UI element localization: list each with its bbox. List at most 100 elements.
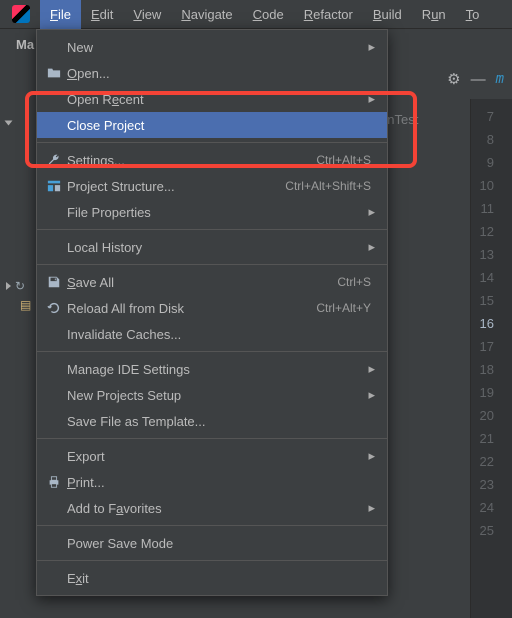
menu-shortcut: Ctrl+Alt+Shift+S: [285, 179, 379, 193]
line-number: 25: [471, 519, 494, 542]
gear-icon[interactable]: ⚙: [447, 70, 460, 88]
wrench-icon: [45, 153, 63, 167]
submenu-arrow-icon: ▸: [368, 39, 379, 55]
ide-logo: [12, 5, 30, 23]
menu-item-settings[interactable]: Settings... Ctrl+Alt+S: [37, 147, 387, 173]
menu-item-local-history[interactable]: Local History ▸: [37, 234, 387, 260]
line-number-current: 16: [471, 312, 494, 335]
menu-item-file-properties[interactable]: File Properties ▸: [37, 199, 387, 225]
menu-item-save-template[interactable]: Save File as Template...: [37, 408, 387, 434]
save-icon: [45, 275, 63, 289]
menu-item-save-all[interactable]: Save All Ctrl+S: [37, 269, 387, 295]
menu-separator: [37, 438, 387, 439]
folder-open-icon: [45, 66, 63, 80]
menu-item-label: Reload All from Disk: [67, 301, 184, 316]
menu-separator: [37, 264, 387, 265]
menu-tools[interactable]: To: [456, 0, 490, 29]
line-number: 11: [471, 197, 494, 220]
line-number: 8: [471, 128, 494, 151]
submenu-arrow-icon: ▸: [368, 387, 379, 403]
line-number: 10: [471, 174, 494, 197]
menu-item-label: Project Structure...: [67, 179, 175, 194]
menu-shortcut: Ctrl+Alt+S: [316, 153, 379, 167]
menu-item-label: Open Recent: [67, 92, 144, 107]
menu-item-label: Save All: [67, 275, 114, 290]
menu-item-label: Print...: [67, 475, 105, 490]
right-toolbar: ⚙ — m: [440, 59, 512, 99]
recycle-icon: ↻: [15, 279, 25, 293]
menu-item-exit[interactable]: Exit: [37, 565, 387, 591]
menu-separator: [37, 351, 387, 352]
submenu-arrow-icon: ▸: [368, 91, 379, 107]
menu-run[interactable]: Run: [412, 0, 456, 29]
line-number: 9: [471, 151, 494, 174]
menu-item-label: Export: [67, 449, 105, 464]
menu-build[interactable]: Build: [363, 0, 412, 29]
menu-separator: [37, 560, 387, 561]
editor-tab-m[interactable]: m: [496, 71, 504, 87]
line-number: 15: [471, 289, 494, 312]
menu-item-label: File Properties: [67, 205, 151, 220]
menu-item-label: Open...: [67, 66, 110, 81]
menubar: File Edit View Navigate Code Refactor Bu…: [0, 0, 512, 29]
line-number: 17: [471, 335, 494, 358]
line-number: 13: [471, 243, 494, 266]
menu-item-label: Local History: [67, 240, 142, 255]
menu-shortcut: Ctrl+S: [337, 275, 379, 289]
menu-item-close-project[interactable]: Close Project: [37, 112, 387, 138]
menu-file[interactable]: File: [40, 0, 81, 29]
menu-item-label: Exit: [67, 571, 89, 586]
toolbar-title: Ma: [16, 37, 34, 52]
menu-shortcut: Ctrl+Alt+Y: [316, 301, 379, 315]
menu-item-label: Power Save Mode: [67, 536, 173, 551]
menu-item-label: Invalidate Caches...: [67, 327, 181, 342]
menu-item-label: New: [67, 40, 93, 55]
menu-item-add-favorites[interactable]: Add to Favorites ▸: [37, 495, 387, 521]
menu-navigate[interactable]: Navigate: [171, 0, 242, 29]
menu-separator: [37, 229, 387, 230]
line-number: 22: [471, 450, 494, 473]
menu-item-project-structure[interactable]: Project Structure... Ctrl+Alt+Shift+S: [37, 173, 387, 199]
minimize-icon[interactable]: —: [471, 71, 486, 88]
menu-item-new[interactable]: New ▸: [37, 34, 387, 60]
line-number: 12: [471, 220, 494, 243]
menu-item-open-recent[interactable]: Open Recent ▸: [37, 86, 387, 112]
line-number: 20: [471, 404, 494, 427]
line-number: 19: [471, 381, 494, 404]
menu-item-invalidate-caches[interactable]: Invalidate Caches...: [37, 321, 387, 347]
submenu-arrow-icon: ▸: [368, 204, 379, 220]
submenu-arrow-icon: ▸: [368, 361, 379, 377]
editor-gutter: 7 8 9 10 11 12 13 14 15 16 17 18 19 20 2…: [470, 99, 512, 618]
submenu-arrow-icon: ▸: [368, 448, 379, 464]
menu-code[interactable]: Code: [243, 0, 294, 29]
line-number: 18: [471, 358, 494, 381]
menu-item-power-save[interactable]: Power Save Mode: [37, 530, 387, 556]
line-number: 23: [471, 473, 494, 496]
submenu-arrow-icon: ▸: [368, 239, 379, 255]
line-number: 21: [471, 427, 494, 450]
reload-icon: [45, 301, 63, 315]
menu-view[interactable]: View: [123, 0, 171, 29]
project-structure-icon: [45, 179, 63, 193]
menu-separator: [37, 142, 387, 143]
menu-item-manage-ide[interactable]: Manage IDE Settings ▸: [37, 356, 387, 382]
menu-item-reload-disk[interactable]: Reload All from Disk Ctrl+Alt+Y: [37, 295, 387, 321]
menu-refactor[interactable]: Refactor: [294, 0, 363, 29]
print-icon: [45, 475, 63, 489]
file-menu-dropdown: New ▸ Open... Open Recent ▸ Close Projec…: [36, 29, 388, 596]
line-number: 24: [471, 496, 494, 519]
line-number: 7: [471, 105, 494, 128]
line-number: 14: [471, 266, 494, 289]
menu-edit[interactable]: Edit: [81, 0, 123, 29]
menu-separator: [37, 525, 387, 526]
menu-item-open[interactable]: Open...: [37, 60, 387, 86]
menu-item-label: Manage IDE Settings: [67, 362, 190, 377]
menu-item-print[interactable]: Print...: [37, 469, 387, 495]
menu-item-label: Save File as Template...: [67, 414, 206, 429]
menu-item-label: Settings...: [67, 153, 125, 168]
menu-item-label: New Projects Setup: [67, 388, 181, 403]
menu-item-new-projects-setup[interactable]: New Projects Setup ▸: [37, 382, 387, 408]
menu-item-label: Close Project: [67, 118, 144, 133]
menu-item-export[interactable]: Export ▸: [37, 443, 387, 469]
submenu-arrow-icon: ▸: [368, 500, 379, 516]
